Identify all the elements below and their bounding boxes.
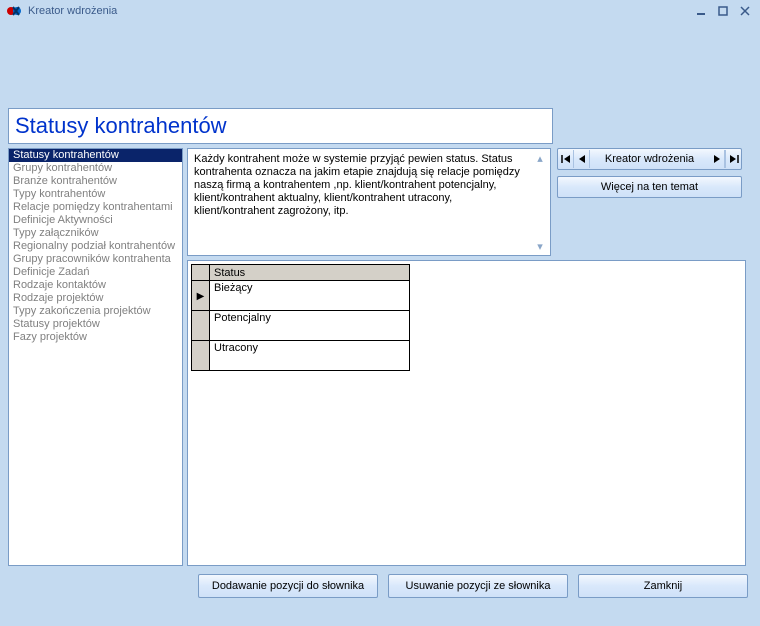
- content-panel: Status ▶ BieżącyPotencjalnyUtracony: [187, 260, 746, 566]
- add-item-button[interactable]: Dodawanie pozycji do słownika: [198, 574, 378, 598]
- nav-label: Kreator wdrożenia: [590, 153, 709, 165]
- sidebar-item[interactable]: Definicje Zadań: [9, 266, 182, 279]
- sidebar-item[interactable]: Statusy projektów: [9, 318, 182, 331]
- description-scrollbar[interactable]: ▴ ▾: [532, 151, 548, 253]
- sidebar-item[interactable]: Grupy pracowników kontrahenta: [9, 253, 182, 266]
- sidebar-item[interactable]: Fazy projektów: [9, 331, 182, 344]
- grid-header[interactable]: Status: [210, 265, 410, 281]
- sidebar-item[interactable]: Definicje Aktywności: [9, 214, 182, 227]
- wizard-nav: Kreator wdrożenia: [557, 148, 742, 170]
- nav-prev-button[interactable]: [574, 150, 590, 168]
- scroll-up-icon[interactable]: ▴: [533, 151, 547, 165]
- minimize-button[interactable]: [692, 4, 710, 18]
- remove-item-button[interactable]: Usuwanie pozycji ze słownika: [388, 574, 568, 598]
- grid-corner: [192, 265, 210, 281]
- close-wizard-button[interactable]: Zamknij: [578, 574, 748, 598]
- title-bar: Kreator wdrożenia: [0, 0, 760, 22]
- sidebar-item[interactable]: Rodzaje kontaktów: [9, 279, 182, 292]
- sidebar-item[interactable]: Typy zakończenia projektów: [9, 305, 182, 318]
- description-text: Każdy kontrahent może w systemie przyjąć…: [194, 153, 544, 218]
- sidebar-item[interactable]: Grupy kontrahentów: [9, 162, 182, 175]
- close-button[interactable]: [736, 4, 754, 18]
- nav-first-button[interactable]: [558, 150, 574, 168]
- page-title: Statusy kontrahentów: [15, 113, 546, 139]
- app-logo-icon: [6, 3, 22, 19]
- current-row-icon: ▶: [197, 291, 205, 302]
- more-info-label: Więcej na ten temat: [601, 181, 698, 193]
- scroll-down-icon[interactable]: ▾: [533, 239, 547, 253]
- sidebar-item[interactable]: Regionalny podział kontrahentów: [9, 240, 182, 253]
- row-selector[interactable]: ▶: [192, 281, 210, 311]
- window-title: Kreator wdrożenia: [28, 5, 117, 17]
- grid-cell[interactable]: Bieżący: [210, 281, 410, 311]
- status-grid[interactable]: Status ▶ BieżącyPotencjalnyUtracony: [191, 264, 410, 371]
- sidebar-item[interactable]: Relacje pomiędzy kontrahentami: [9, 201, 182, 214]
- sidebar-item[interactable]: Branże kontrahentów: [9, 175, 182, 188]
- sidebar-item[interactable]: Statusy kontrahentów: [9, 149, 182, 162]
- description-box: Każdy kontrahent może w systemie przyjąć…: [187, 148, 551, 256]
- sidebar-item[interactable]: Typy kontrahentów: [9, 188, 182, 201]
- nav-next-button[interactable]: [709, 150, 725, 168]
- more-info-button[interactable]: Więcej na ten temat: [557, 176, 742, 198]
- sidebar-item[interactable]: Typy załączników: [9, 227, 182, 240]
- sidebar-item[interactable]: Rodzaje projektów: [9, 292, 182, 305]
- grid-cell[interactable]: Utracony: [210, 341, 410, 371]
- maximize-button[interactable]: [714, 4, 732, 18]
- page-heading-box: Statusy kontrahentów: [8, 108, 553, 144]
- nav-last-button[interactable]: [725, 150, 741, 168]
- row-selector[interactable]: [192, 341, 210, 371]
- category-list[interactable]: Statusy kontrahentówGrupy kontrahentówBr…: [8, 148, 183, 566]
- grid-cell[interactable]: Potencjalny: [210, 311, 410, 341]
- row-selector[interactable]: [192, 311, 210, 341]
